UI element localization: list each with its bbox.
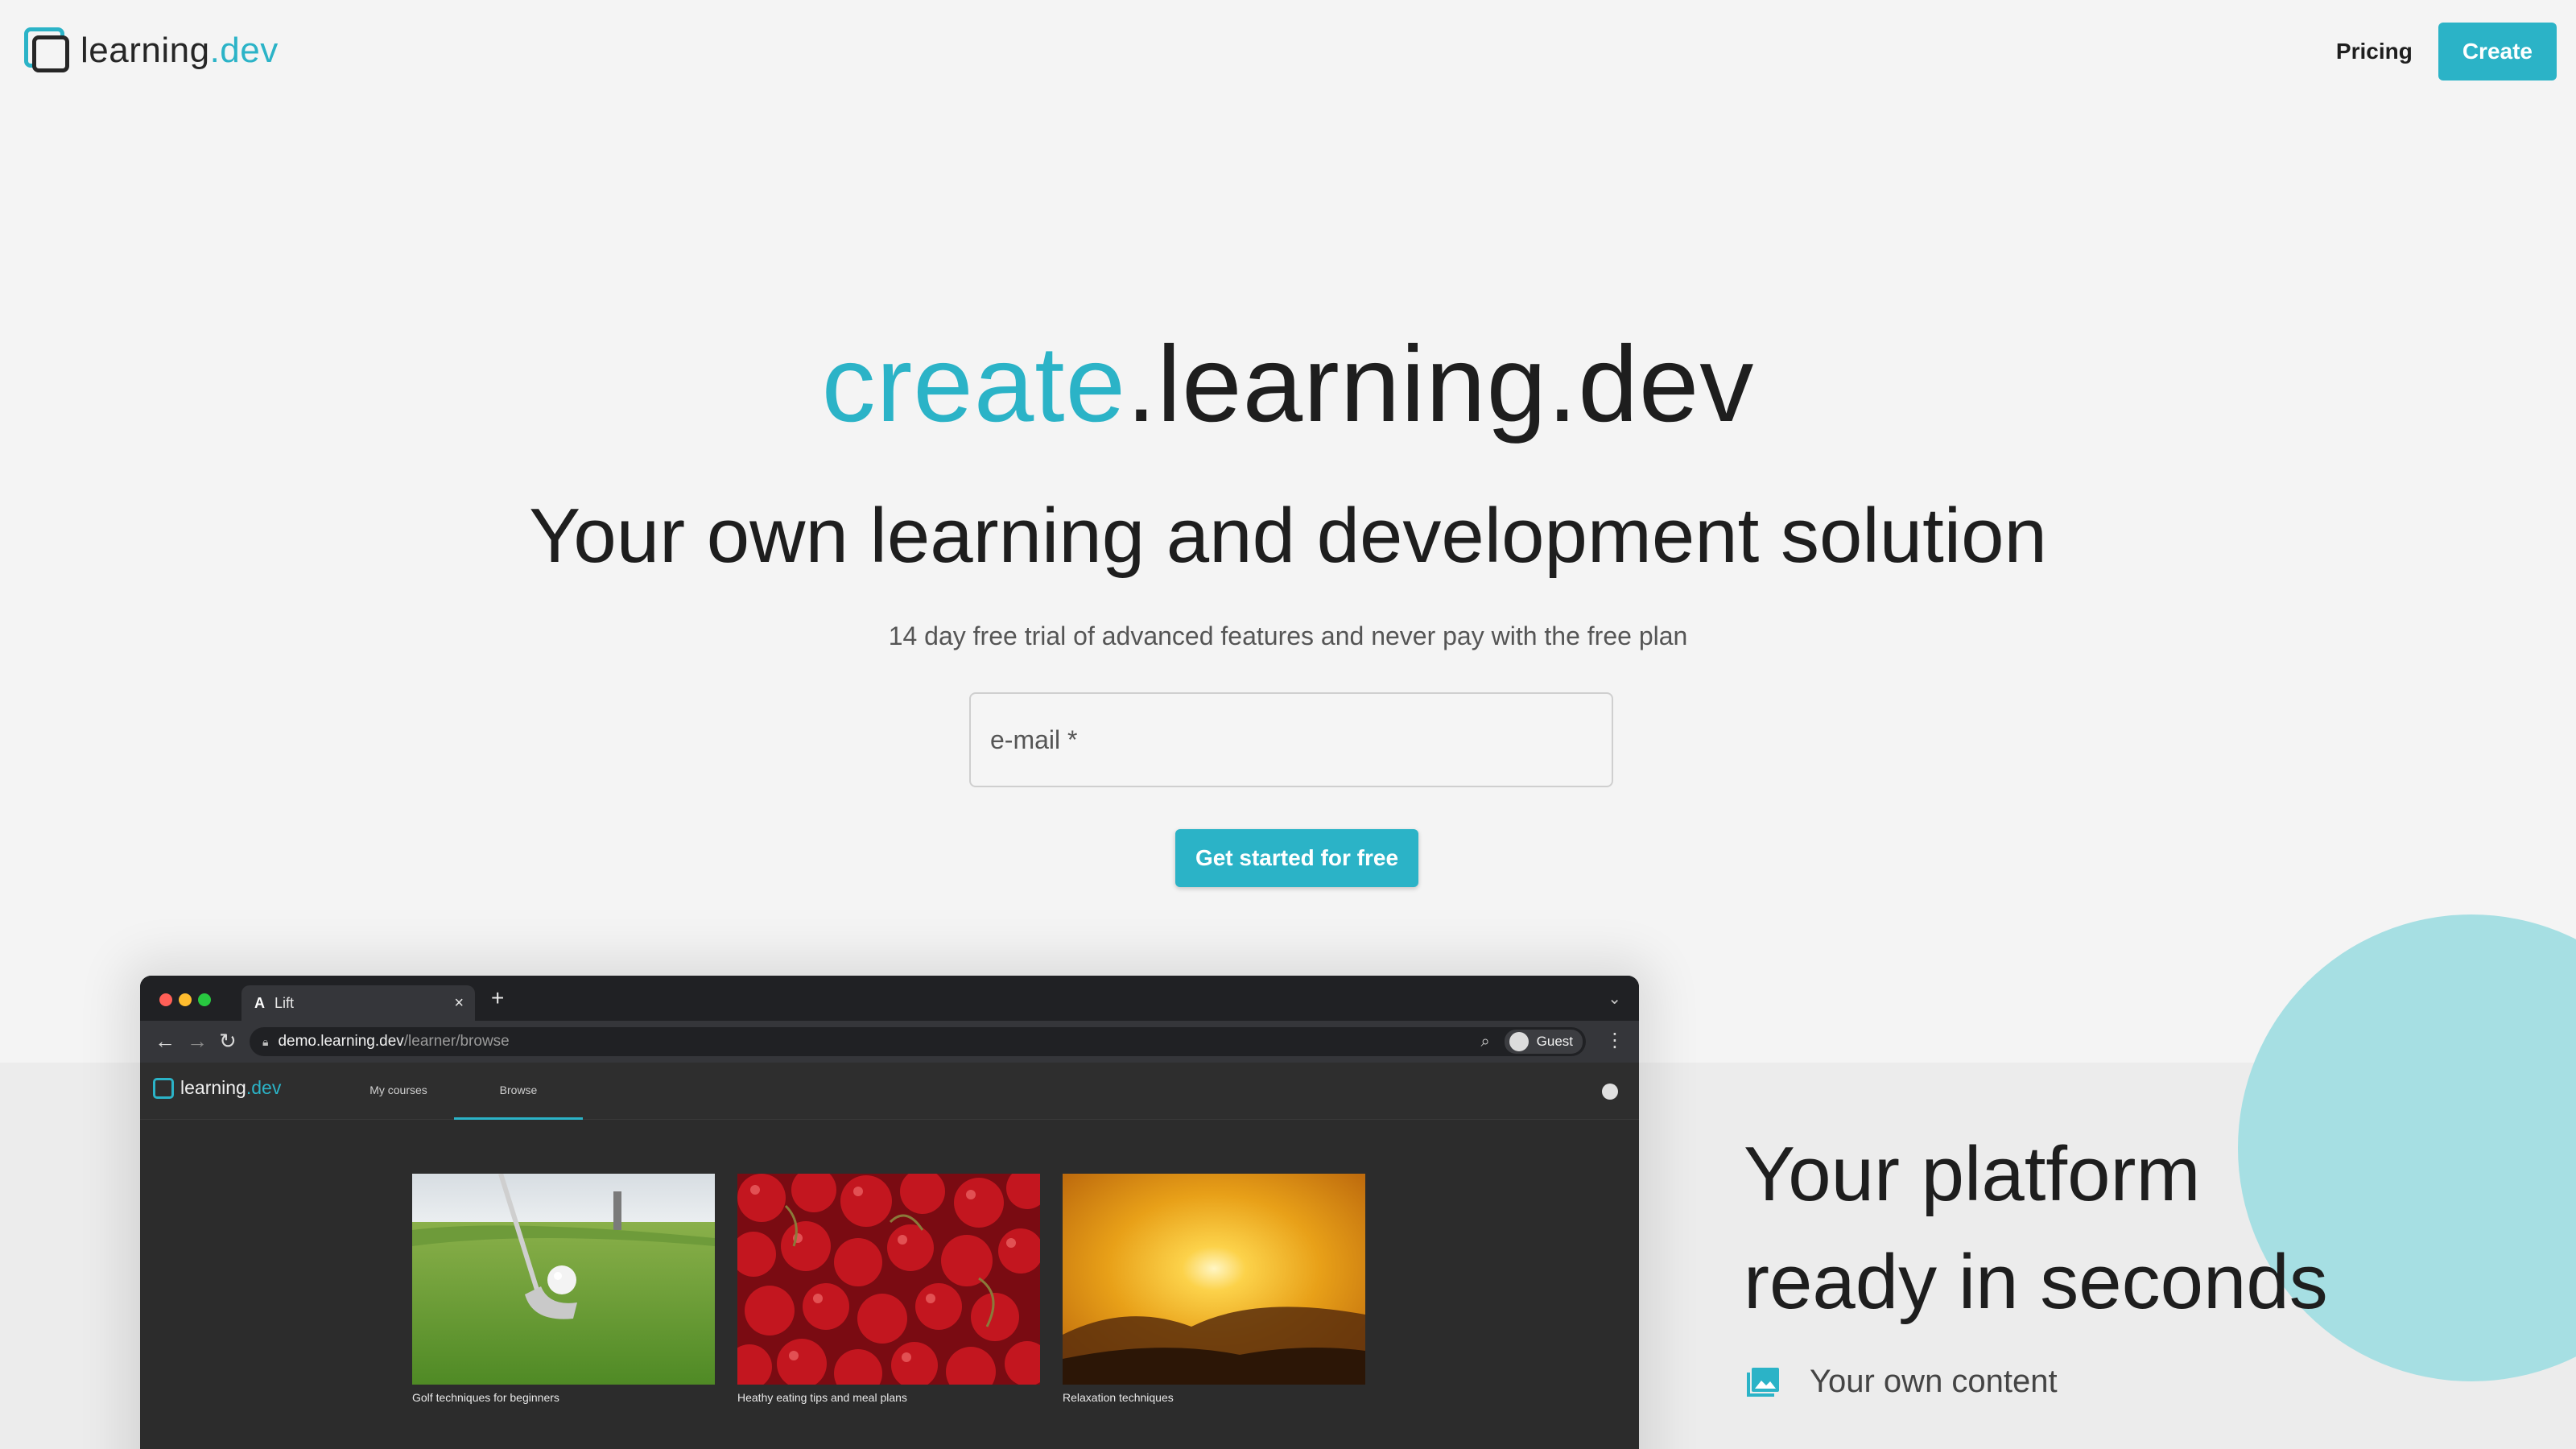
demo-user-icon (1602, 1084, 1618, 1100)
url-host: demo.learning.dev (278, 1033, 404, 1050)
demo-tab-browse: Browse (454, 1063, 583, 1120)
course-card: Heathy eating tips and meal plans (737, 1174, 1040, 1404)
tab-favicon-icon: A (254, 994, 265, 1011)
trial-note: 14 day free trial of advanced features a… (888, 621, 1688, 650)
search-icon: ⌕ (1480, 1032, 1490, 1051)
landing-page: learning.dev Pricing Create create.learn… (0, 0, 2576, 1449)
course-title: Relaxation techniques (1063, 1391, 1174, 1404)
browser-address-row: ← → ↻ 🔒︎ demo.learning.dev /learner/brow… (140, 1021, 1639, 1063)
course-card: Golf techniques for beginners (412, 1174, 715, 1404)
course-title: Heathy eating tips and meal plans (737, 1391, 907, 1404)
browser-tab-bar: A Lift × + ⌄ (140, 976, 1639, 1021)
demo-app-logo: learning.dev (153, 1077, 281, 1099)
top-nav: Pricing Create (2336, 23, 2557, 80)
image-icon (1747, 1367, 1779, 1397)
feature-description-cutoff (1744, 1436, 2468, 1449)
feature-label: Your own content (1810, 1364, 2058, 1399)
golf-image (412, 1174, 715, 1385)
sunset-image (1063, 1174, 1365, 1385)
logo-text: learning.dev (80, 31, 279, 70)
back-arrow-icon: ← (155, 1029, 175, 1053)
hero-title: create.learning.dev (821, 324, 1755, 444)
guest-profile: Guest (1504, 1030, 1583, 1054)
browser-tab: A Lift × (242, 985, 475, 1021)
window-maximize-dot (198, 993, 211, 1006)
platform-title: Your platform ready in seconds (1744, 1131, 2328, 1325)
site-logo[interactable]: learning.dev (24, 27, 279, 74)
course-title: Golf techniques for beginners (412, 1391, 559, 1404)
feature-own-content: Your own content (1747, 1364, 2058, 1400)
logo-icon (24, 27, 71, 74)
get-started-button[interactable]: Get started for free (1175, 829, 1418, 887)
url-path: /learner/browse (403, 1033, 510, 1050)
browser-mockup: A Lift × + ⌄ ← → ↻ 🔒︎ demo.learning.dev … (140, 976, 1639, 1449)
new-tab-icon: + (491, 985, 505, 1010)
lock-icon: 🔒︎ (262, 1034, 269, 1048)
course-card: Relaxation techniques (1063, 1174, 1365, 1404)
hero-subtitle: Your own learning and development soluti… (529, 493, 2047, 579)
forward-arrow-icon: → (187, 1029, 208, 1053)
create-button[interactable]: Create (2438, 23, 2557, 80)
demo-logo-icon (153, 1077, 174, 1099)
window-close-dot (159, 993, 172, 1006)
tab-close-icon: × (454, 993, 464, 1012)
chevron-down-icon: ⌄ (1608, 990, 1621, 1008)
demo-app-header: learning.dev My courses Browse (140, 1063, 1639, 1120)
guest-label: Guest (1536, 1034, 1573, 1049)
reload-icon: ↻ (219, 1029, 237, 1053)
email-input[interactable] (969, 692, 1613, 787)
tab-title: Lift (275, 994, 295, 1011)
pricing-link[interactable]: Pricing (2336, 39, 2413, 64)
demo-tab-my-courses: My courses (369, 1084, 427, 1096)
address-bar: 🔒︎ demo.learning.dev /learner/browse ⌕ G… (250, 1027, 1586, 1056)
kebab-menu-icon: ⋮ (1605, 1030, 1624, 1051)
cherries-image (737, 1174, 1040, 1385)
window-minimize-dot (179, 993, 192, 1006)
guest-avatar-icon (1509, 1032, 1529, 1051)
